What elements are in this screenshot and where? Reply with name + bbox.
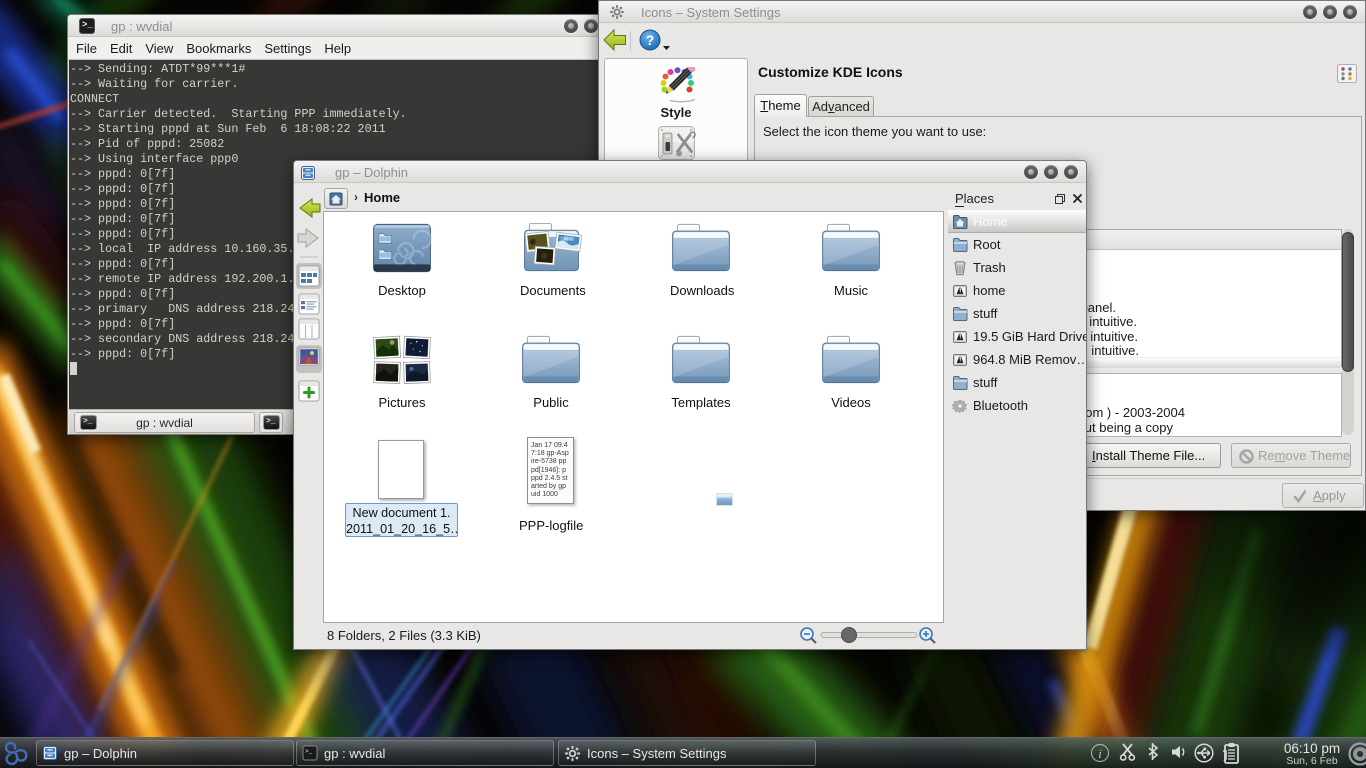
svg-text:i: i — [1098, 746, 1102, 761]
svg-text:?: ? — [646, 32, 655, 48]
svg-text:>_: >_ — [305, 748, 313, 755]
